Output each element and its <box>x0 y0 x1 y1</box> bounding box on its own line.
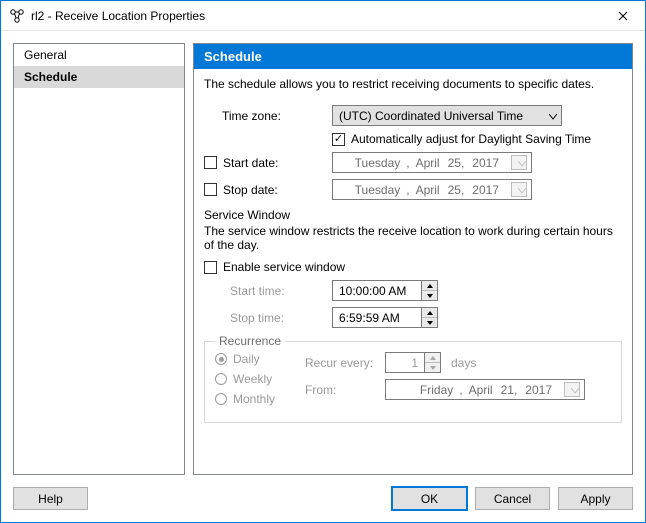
recur-unit-label: days <box>451 356 476 370</box>
stop-date-field[interactable]: Tuesday , April 25, 2017 <box>332 179 532 200</box>
close-button[interactable] <box>600 1 645 31</box>
spinner-down-icon[interactable] <box>425 363 440 372</box>
timezone-value: (UTC) Coordinated Universal Time <box>339 109 523 123</box>
stop-date-row: Stop date: Tuesday , April 25, 2017 <box>204 179 622 200</box>
enable-service-window-checkbox[interactable] <box>204 261 217 274</box>
service-window-title: Service Window <box>204 208 622 222</box>
enable-service-window-row: Enable service window <box>204 260 622 274</box>
recurrence-group: Recurrence Daily Weekly <box>204 334 622 423</box>
panel-description: The schedule allows you to restrict rece… <box>204 77 622 91</box>
stop-date-checkbox[interactable] <box>204 183 217 196</box>
dialog-window: rl2 - Receive Location Properties Genera… <box>0 0 646 523</box>
timezone-label: Time zone: <box>204 109 332 123</box>
start-time-row: Start time: 10:00:00 AM <box>204 280 622 301</box>
start-time-label: Start time: <box>204 284 332 298</box>
recur-every-spinner[interactable] <box>425 352 441 373</box>
dialog-body: General Schedule Schedule The schedule a… <box>1 31 645 479</box>
start-date-field[interactable]: Tuesday , April 25, 2017 <box>332 152 532 173</box>
app-icon <box>9 8 25 24</box>
panel-body: The schedule allows you to restrict rece… <box>194 69 632 474</box>
start-date-label: Start date: <box>223 156 278 170</box>
stop-time-field[interactable]: 6:59:59 AM <box>332 307 422 328</box>
auto-dst-row: Automatically adjust for Daylight Saving… <box>204 132 622 146</box>
recur-every-label: Recur every: <box>305 356 385 370</box>
timezone-row: Time zone: (UTC) Coordinated Universal T… <box>204 105 622 126</box>
auto-dst-label: Automatically adjust for Daylight Saving… <box>351 132 591 146</box>
category-sidebar: General Schedule <box>13 43 185 475</box>
radio-icon <box>215 393 227 405</box>
sidebar-item-label: Schedule <box>24 70 77 84</box>
start-date-checkbox[interactable] <box>204 156 217 169</box>
ok-button[interactable]: OK <box>392 487 467 510</box>
spinner-up-icon[interactable] <box>425 353 440 363</box>
apply-button[interactable]: Apply <box>558 487 633 510</box>
radio-icon <box>215 373 227 385</box>
sidebar-item-general[interactable]: General <box>14 44 184 66</box>
stop-time-row: Stop time: 6:59:59 AM <box>204 307 622 328</box>
spinner-down-icon[interactable] <box>422 291 437 300</box>
service-window-description: The service window restricts the receive… <box>204 224 622 252</box>
sidebar-item-schedule[interactable]: Schedule <box>14 66 184 88</box>
timezone-dropdown[interactable]: (UTC) Coordinated Universal Time <box>332 105 562 126</box>
from-label: From: <box>305 383 385 397</box>
panel-header: Schedule <box>194 44 632 69</box>
window-title: rl2 - Receive Location Properties <box>31 9 600 23</box>
spinner-down-icon[interactable] <box>422 318 437 327</box>
spinner-up-icon[interactable] <box>422 308 437 318</box>
auto-dst-checkbox[interactable] <box>332 133 345 146</box>
spinner-up-icon[interactable] <box>422 281 437 291</box>
titlebar: rl2 - Receive Location Properties <box>1 1 645 31</box>
help-button[interactable]: Help <box>13 487 88 510</box>
enable-service-window-label: Enable service window <box>223 260 345 274</box>
stop-time-spinner[interactable] <box>422 307 438 328</box>
cancel-button[interactable]: Cancel <box>475 487 550 510</box>
recurrence-weekly[interactable]: Weekly <box>215 372 295 386</box>
calendar-icon[interactable] <box>511 182 527 197</box>
from-date-field[interactable]: Friday , April 21, 2017 <box>385 379 585 400</box>
chevron-down-icon <box>549 109 557 123</box>
chevron-down-icon <box>518 183 526 197</box>
recurrence-monthly[interactable]: Monthly <box>215 392 295 406</box>
chevron-down-icon <box>518 156 526 170</box>
sidebar-item-label: General <box>24 48 67 62</box>
recurrence-daily[interactable]: Daily <box>215 352 295 366</box>
stop-time-label: Stop time: <box>204 311 332 325</box>
main-panel: Schedule The schedule allows you to rest… <box>193 43 633 475</box>
start-time-spinner[interactable] <box>422 280 438 301</box>
calendar-icon[interactable] <box>564 382 580 397</box>
dialog-footer: Help OK Cancel Apply <box>1 479 645 522</box>
radio-icon <box>215 353 227 365</box>
calendar-icon[interactable] <box>511 155 527 170</box>
recur-every-field[interactable]: 1 <box>385 352 425 373</box>
chevron-down-icon <box>571 383 579 397</box>
recurrence-legend: Recurrence <box>215 334 285 348</box>
start-date-row: Start date: Tuesday , April 25, 2017 <box>204 152 622 173</box>
stop-date-label: Stop date: <box>223 183 278 197</box>
start-time-field[interactable]: 10:00:00 AM <box>332 280 422 301</box>
